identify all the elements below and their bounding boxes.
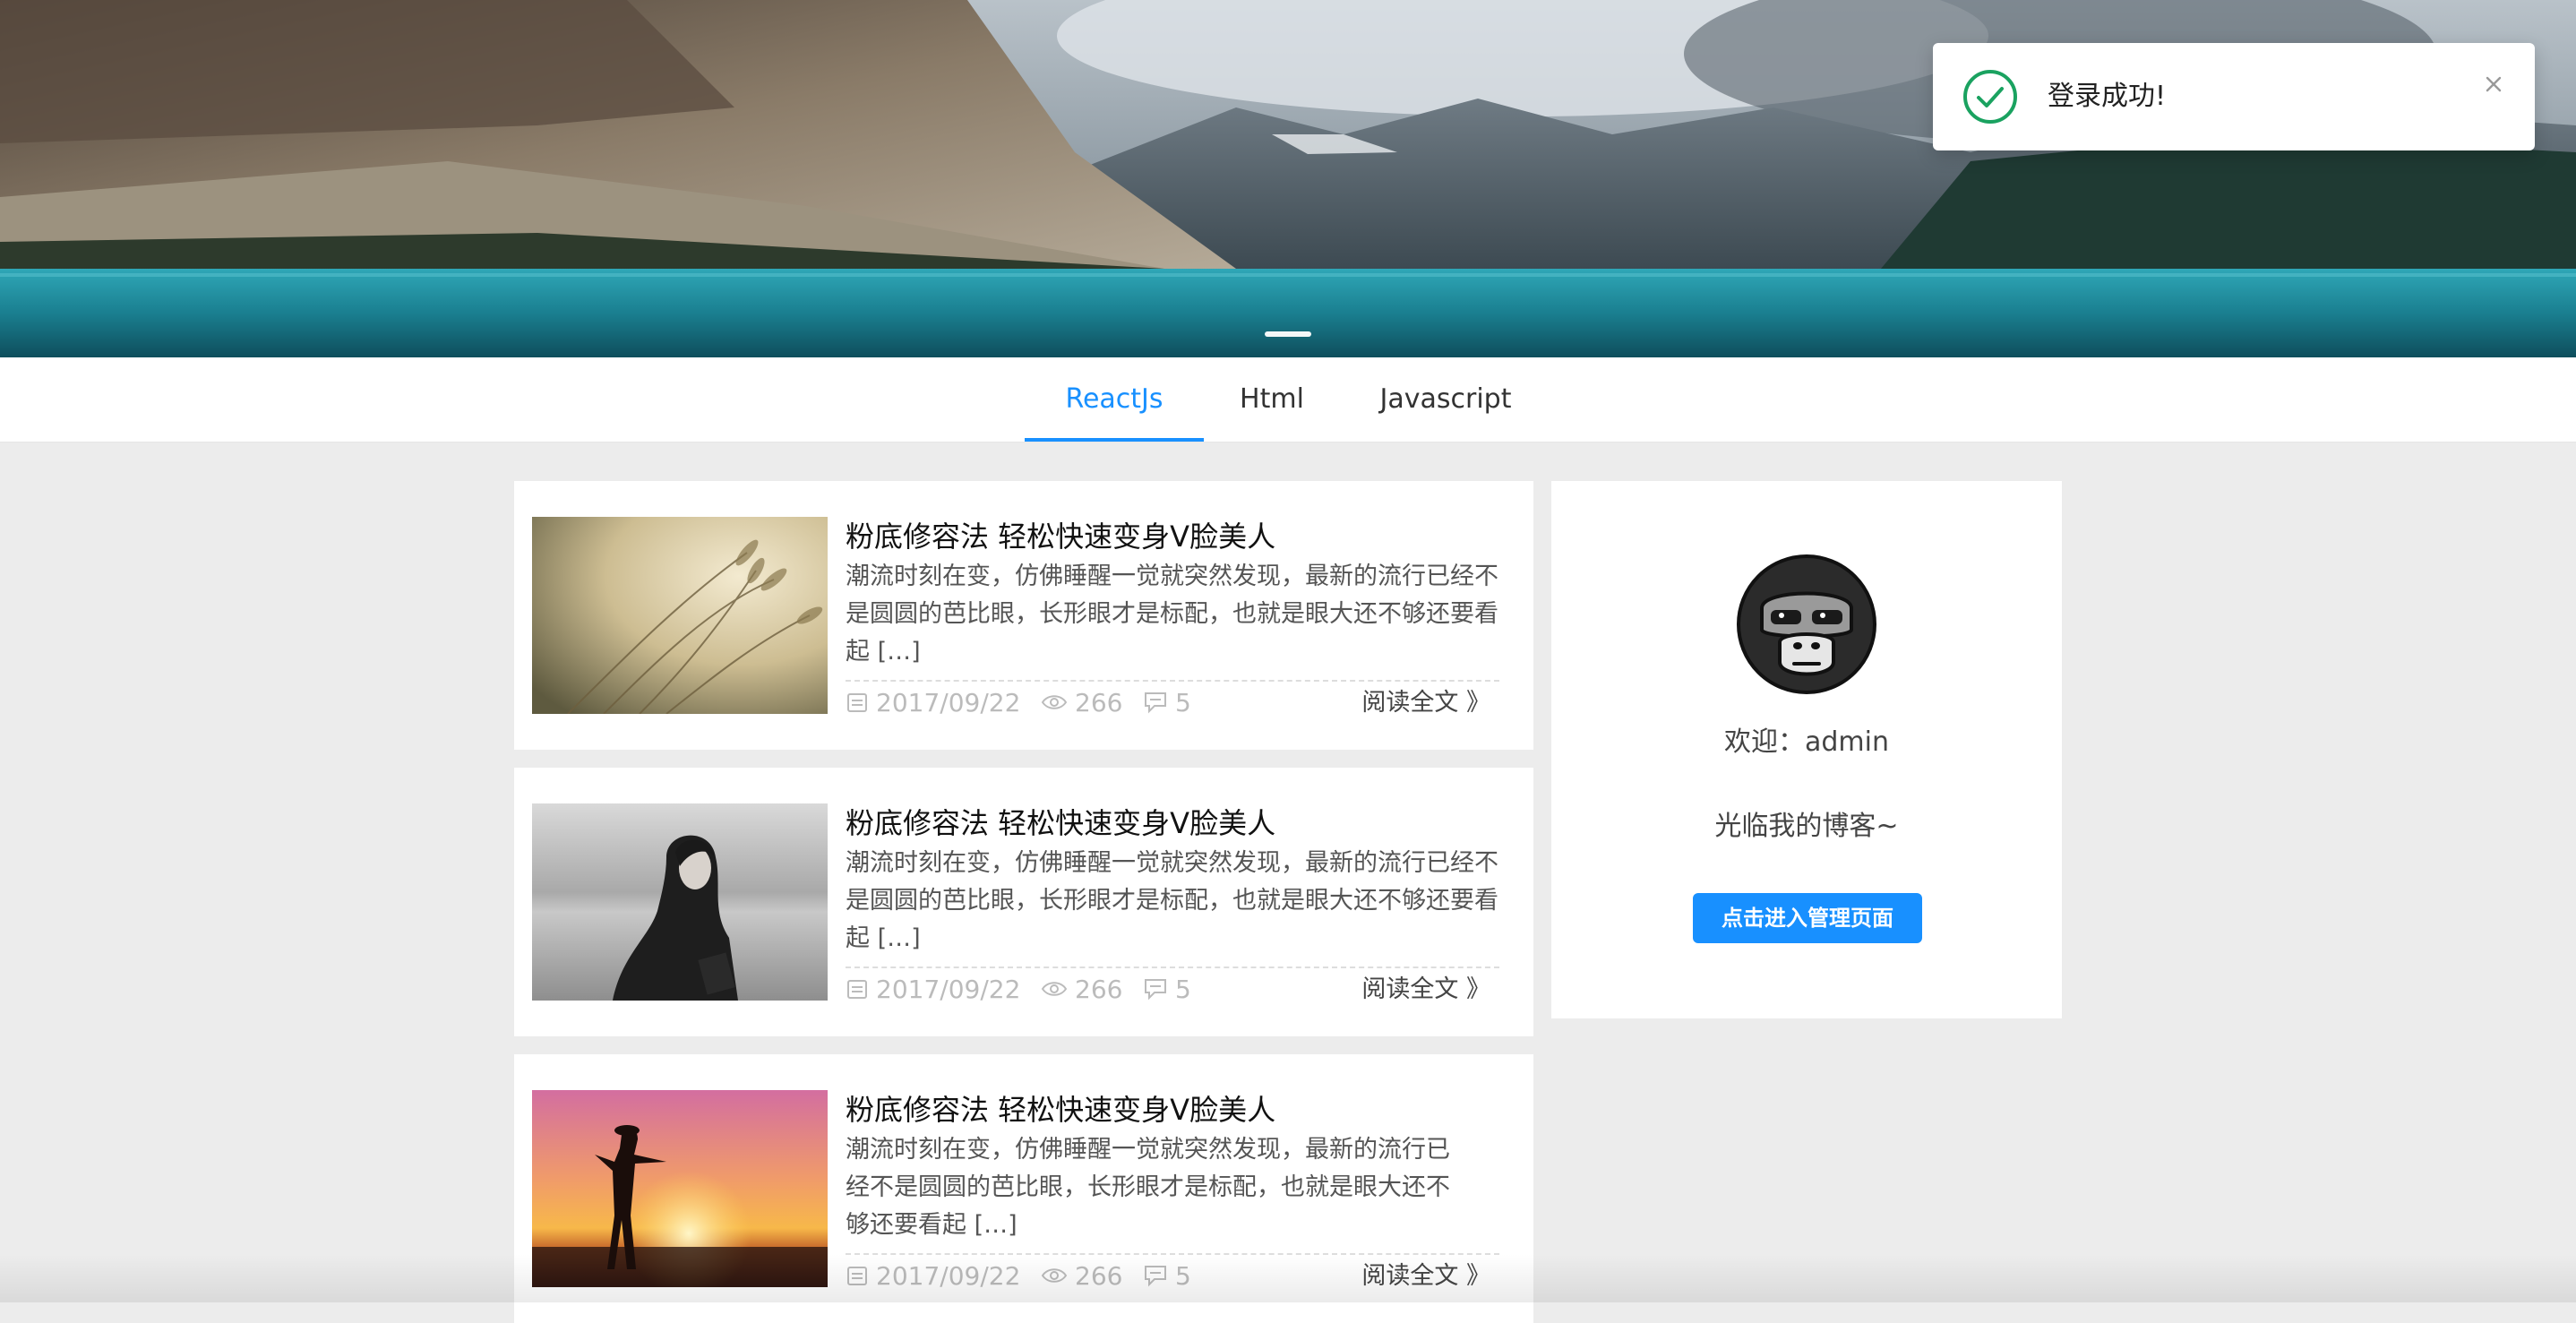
- gorilla-avatar-icon: [1737, 554, 1876, 694]
- check-circle-icon: [1963, 70, 2017, 124]
- article-excerpt: 潮流时刻在变，仿佛睡醒一觉就突然发现，最新的流行已经不是圆圆的芭比眼，长形眼才是…: [846, 849, 1498, 952]
- tab-html[interactable]: Html: [1222, 357, 1322, 442]
- comment-icon: [1145, 692, 1166, 713]
- article-views-count: 266: [1075, 688, 1123, 717]
- divider: [846, 966, 1499, 968]
- read-more-link[interactable]: 阅读全文 》: [1361, 1259, 1490, 1294]
- eye-icon: [1041, 694, 1068, 709]
- eye-icon: [1041, 1267, 1068, 1283]
- read-more-link[interactable]: 阅读全文 》: [1361, 972, 1490, 1008]
- eye-icon: [1041, 981, 1068, 996]
- article-date-text: 2017/09/22: [876, 1261, 1021, 1291]
- login-success-notification: 登录成功!: [1933, 43, 2535, 150]
- article-comments-count: 5: [1175, 975, 1191, 1004]
- article-meta: 2017/09/22 266 5 阅读全文 》: [846, 972, 1499, 1008]
- article-excerpt: 潮流时刻在变，仿佛睡醒一觉就突然发现，最新的流行已经不是圆圆的芭比眼，长形眼才是…: [846, 563, 1498, 666]
- read-more-link[interactable]: 阅读全文 》: [1361, 685, 1490, 721]
- article-meta: 2017/09/22 266 5 阅读全文 》: [846, 1259, 1499, 1294]
- article-title[interactable]: 粉底修容法 轻松快速变身V脸美人: [846, 803, 1508, 843]
- article-date-text: 2017/09/22: [876, 975, 1021, 1004]
- article-thumbnail[interactable]: [532, 1090, 828, 1287]
- calendar-icon: [847, 1266, 867, 1285]
- calendar-icon: [847, 692, 867, 712]
- article-card: 粉底修容法 轻松快速变身V脸美人 潮流时刻在变，仿佛睡醒一觉就突然发现，最新的流…: [514, 481, 1533, 750]
- welcome-text: 欢迎：admin: [1724, 726, 1889, 758]
- article-views: 266: [1041, 685, 1122, 721]
- article-date: 2017/09/22: [846, 972, 1020, 1008]
- comment-icon: [1145, 1265, 1166, 1286]
- article-thumbnail[interactable]: [532, 517, 828, 714]
- article-comments: 5: [1143, 685, 1191, 721]
- article-comments-count: 5: [1175, 1261, 1191, 1291]
- divider: [846, 680, 1499, 682]
- article-views-count: 266: [1075, 975, 1123, 1004]
- article-date: 2017/09/22: [846, 685, 1020, 721]
- enter-admin-button[interactable]: 点击进入管理页面: [1693, 893, 1922, 943]
- article-card: 粉底修容法 轻松快速变身V脸美人 潮流时刻在变，仿佛睡醒一觉就突然发现，最新的流…: [514, 768, 1533, 1036]
- article-excerpt: 潮流时刻在变，仿佛睡醒一觉就突然发现，最新的流行已经不是圆圆的芭比眼，长形眼才是…: [846, 1136, 1450, 1239]
- article-title[interactable]: 粉底修容法 轻松快速变身V脸美人: [846, 1090, 1508, 1130]
- article-views-count: 266: [1075, 1261, 1123, 1291]
- article-comments: 5: [1143, 972, 1191, 1008]
- article-title[interactable]: 粉底修容法 轻松快速变身V脸美人: [846, 517, 1508, 556]
- tab-reactjs[interactable]: ReactJs: [1025, 357, 1204, 442]
- category-tabs: ReactJs Html Javascript: [0, 357, 2576, 442]
- article-date: 2017/09/22: [846, 1259, 1020, 1294]
- welcome-subtitle: 光临我的博客~: [1714, 811, 1899, 842]
- article-date-text: 2017/09/22: [876, 688, 1021, 717]
- article-comments: 5: [1143, 1259, 1191, 1294]
- divider: [846, 1253, 1499, 1255]
- profile-sidebar: 欢迎：admin 光临我的博客~ 点击进入管理页面: [1551, 481, 2062, 1018]
- article-comments-count: 5: [1175, 688, 1191, 717]
- calendar-icon: [847, 979, 867, 999]
- article-thumbnail[interactable]: [532, 803, 828, 1001]
- article-views: 266: [1041, 972, 1122, 1008]
- notification-message: 登录成功!: [2048, 81, 2167, 112]
- article-card: 粉底修容法 轻松快速变身V脸美人 潮流时刻在变，仿佛睡醒一觉就突然发现，最新的流…: [514, 1054, 1533, 1323]
- close-icon[interactable]: [2479, 70, 2508, 99]
- avatar: [1735, 553, 1878, 696]
- comment-icon: [1145, 978, 1166, 1000]
- article-views: 266: [1041, 1259, 1122, 1294]
- active-tab-indicator: [1025, 438, 1204, 442]
- carousel-indicator-active[interactable]: [1265, 331, 1311, 337]
- article-meta: 2017/09/22 266 5 阅读全文 》: [846, 685, 1499, 721]
- tab-javascript[interactable]: Javascript: [1361, 357, 1530, 442]
